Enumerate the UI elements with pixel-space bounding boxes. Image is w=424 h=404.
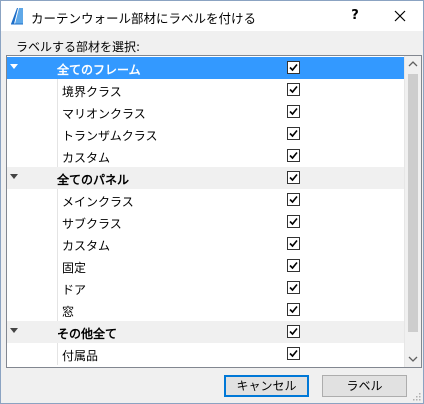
checkbox-checked-icon[interactable] xyxy=(287,171,300,184)
indent-divider xyxy=(57,233,58,255)
help-button[interactable]: ? xyxy=(344,5,366,27)
scroll-down-icon[interactable] xyxy=(405,350,421,367)
tree-item-row[interactable]: サブクラス xyxy=(7,211,405,233)
indent-divider xyxy=(57,211,58,233)
tree-item-row[interactable]: 窓 xyxy=(7,299,405,321)
checkbox-checked-icon[interactable] xyxy=(287,259,300,272)
select-prompt: ラベルする部材を選択: xyxy=(16,40,141,54)
resize-grip-icon[interactable] xyxy=(411,391,421,401)
indent-divider xyxy=(57,145,58,167)
dialog-window: カーテンウォール部材にラベルを付ける ? ラベルする部材を選択: 全てのフレーム… xyxy=(0,0,424,404)
tree-item-row[interactable]: カスタム xyxy=(7,145,405,167)
row-label: 全てのフレーム xyxy=(57,63,141,77)
expand-arrow-icon[interactable] xyxy=(10,328,18,333)
close-icon[interactable] xyxy=(389,5,411,27)
checkbox-checked-icon[interactable] xyxy=(287,347,300,360)
row-label: その他全て xyxy=(57,327,118,341)
tree-item-row[interactable]: メインクラス xyxy=(7,189,405,211)
checkbox-checked-icon[interactable] xyxy=(287,149,300,162)
indent-divider xyxy=(57,299,58,321)
checkbox-checked-icon[interactable] xyxy=(287,83,300,96)
vertical-scrollbar[interactable] xyxy=(404,56,421,367)
checkbox-checked-icon[interactable] xyxy=(287,193,300,206)
cancel-button[interactable]: キャンセル xyxy=(224,375,309,397)
expand-arrow-icon[interactable] xyxy=(10,174,18,179)
row-label: ドア xyxy=(62,283,87,297)
indent-divider xyxy=(57,343,58,365)
indent-divider xyxy=(57,189,58,211)
curtain-wall-icon xyxy=(11,8,23,25)
checkbox-checked-icon[interactable] xyxy=(287,303,300,316)
row-label: 固定 xyxy=(62,261,87,275)
tree-group-row[interactable]: 全てのフレーム xyxy=(7,57,405,79)
window-title: カーテンウォール部材にラベルを付ける xyxy=(31,11,257,26)
checkbox-checked-icon[interactable] xyxy=(287,237,300,250)
row-label: カスタム xyxy=(62,239,111,253)
tree-group-row[interactable]: 全てのパネル xyxy=(7,167,405,189)
indent-divider xyxy=(57,101,58,123)
scroll-up-icon[interactable] xyxy=(405,56,421,73)
row-label: 全てのパネル xyxy=(57,173,130,187)
indent-divider xyxy=(57,123,58,145)
checkbox-checked-icon[interactable] xyxy=(287,215,300,228)
checkbox-checked-icon[interactable] xyxy=(287,281,300,294)
title-bar: カーテンウォール部材にラベルを付ける ? xyxy=(1,1,423,31)
checkbox-checked-icon[interactable] xyxy=(287,127,300,140)
checkbox-checked-icon[interactable] xyxy=(287,105,300,118)
checkbox-checked-icon[interactable] xyxy=(287,325,300,338)
scrollbar-thumb[interactable] xyxy=(408,74,418,332)
tree-item-row[interactable]: マリオンクラス xyxy=(7,101,405,123)
tree-item-row[interactable]: カスタム xyxy=(7,233,405,255)
row-label: 境界クラス xyxy=(62,85,122,99)
tree-item-row[interactable]: 境界クラス xyxy=(7,79,405,101)
indent-divider xyxy=(57,79,58,101)
tree-item-row[interactable]: トランザムクラス xyxy=(7,123,405,145)
row-label: サブクラス xyxy=(62,217,122,231)
row-label: マリオンクラス xyxy=(62,107,146,121)
indent-divider xyxy=(57,277,58,299)
row-label: トランザムクラス xyxy=(62,129,158,143)
tree-item-row[interactable]: 付属品 xyxy=(7,343,405,365)
expand-arrow-icon[interactable] xyxy=(10,64,18,69)
row-label: カスタム xyxy=(62,151,111,165)
tree-item-row[interactable]: ドア xyxy=(7,277,405,299)
checkbox-checked-icon[interactable] xyxy=(287,61,300,74)
tree-item-row[interactable]: 固定 xyxy=(7,255,405,277)
label-button[interactable]: ラベル xyxy=(322,375,407,397)
row-label: 付属品 xyxy=(62,349,99,363)
tree-group-row[interactable]: その他全て xyxy=(7,321,405,343)
indent-divider xyxy=(57,255,58,277)
row-label: 窓 xyxy=(62,305,75,319)
row-label: メインクラス xyxy=(62,195,134,209)
element-tree-list[interactable]: 全てのフレーム 境界クラス マリオンクラス トランザムクラス カスタム 全てのパネル メイン… xyxy=(6,55,422,368)
